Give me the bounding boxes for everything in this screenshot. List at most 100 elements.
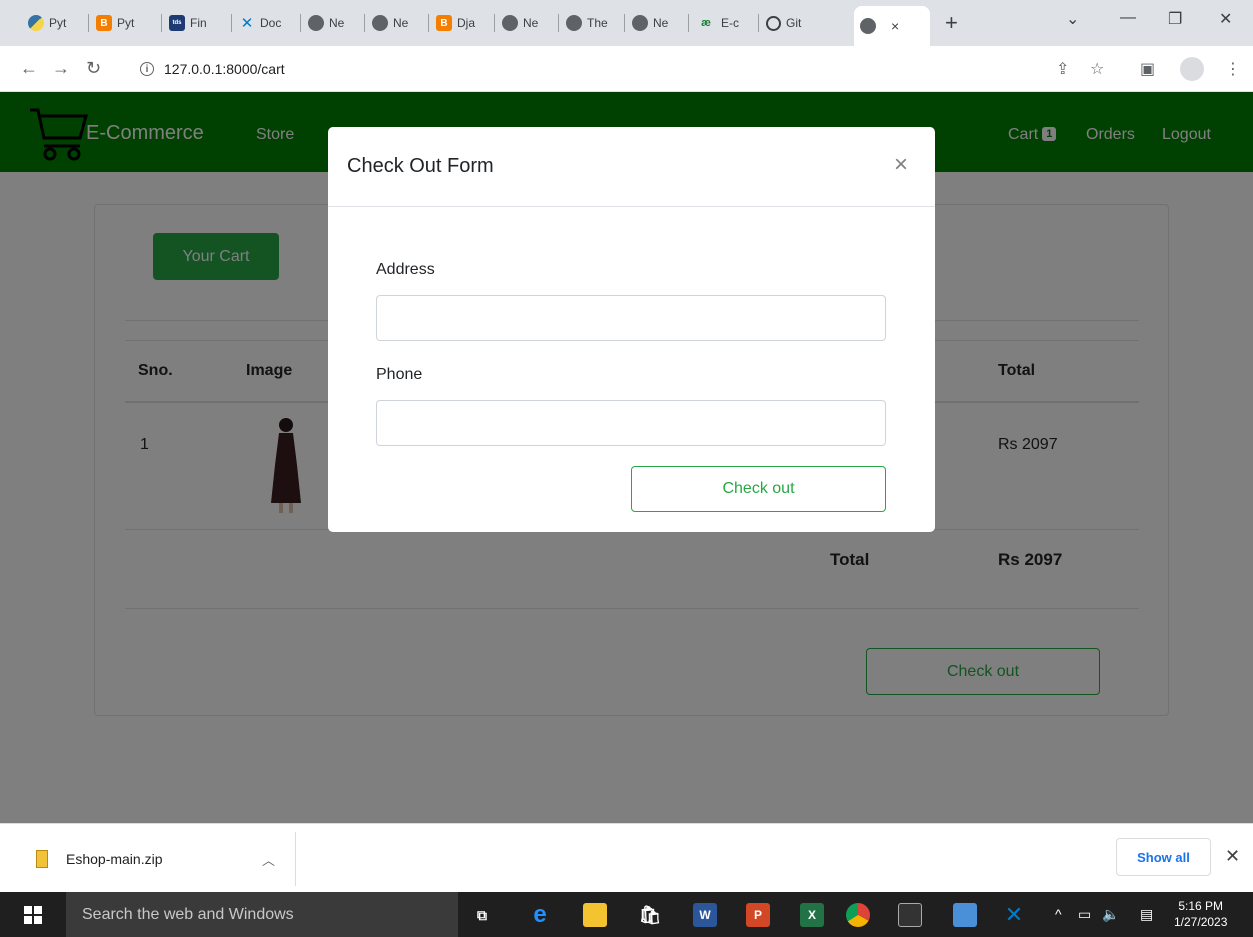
vscode-icon[interactable]: ✕ bbox=[1002, 902, 1026, 927]
globe-icon bbox=[632, 15, 648, 31]
web-page: E-Commerce Store Cart1 Orders Logout You… bbox=[0, 92, 1253, 823]
modal-checkout-button[interactable]: Check out bbox=[631, 466, 886, 512]
globe-icon bbox=[566, 15, 582, 31]
star-icon[interactable]: ☆ bbox=[1090, 59, 1104, 79]
volume-icon[interactable]: 🔈 bbox=[1102, 906, 1119, 923]
browser-tab[interactable]: Ne bbox=[366, 8, 428, 38]
modal-header: Check Out Form × bbox=[328, 127, 935, 207]
minimize-icon[interactable]: — bbox=[1120, 9, 1136, 27]
browser-toolbar: ← → ↻ i 127.0.0.1:8000/cart ⇪ ☆ ▣ ⋮ bbox=[0, 46, 1253, 92]
tab-title: Git bbox=[786, 16, 802, 30]
browser-tab[interactable]: Ne bbox=[302, 8, 364, 38]
menu-icon[interactable]: ⋮ bbox=[1225, 59, 1241, 79]
globe-icon bbox=[308, 15, 324, 31]
address-bar[interactable]: i 127.0.0.1:8000/cart bbox=[140, 55, 1020, 83]
tab-title: Ne bbox=[523, 16, 539, 30]
file-explorer-icon[interactable] bbox=[583, 903, 607, 927]
info-icon[interactable]: i bbox=[140, 62, 154, 76]
tab-separator bbox=[558, 14, 559, 32]
tab-separator bbox=[758, 14, 759, 32]
taskbar-search-input[interactable]: Search the web and Windows bbox=[66, 892, 458, 937]
browser-tab[interactable]: Ne bbox=[626, 8, 688, 38]
browser-tab[interactable]: The bbox=[560, 8, 624, 38]
notifications-icon[interactable]: ▤ bbox=[1140, 906, 1153, 923]
tab-separator bbox=[161, 14, 162, 32]
tab-separator bbox=[231, 14, 232, 32]
terminal-icon[interactable] bbox=[898, 903, 922, 927]
windows-start-button[interactable] bbox=[0, 892, 66, 937]
globe-icon bbox=[502, 15, 518, 31]
browser-tab[interactable]: B Pyt bbox=[90, 8, 160, 38]
restore-icon[interactable]: ❐ bbox=[1168, 9, 1182, 29]
browser-tab[interactable]: tds Fin bbox=[163, 8, 231, 38]
python-icon bbox=[28, 15, 44, 31]
back-arrow-icon[interactable]: ← bbox=[20, 58, 38, 79]
modal-title: Check Out Form bbox=[347, 155, 494, 177]
zip-file-icon bbox=[36, 850, 48, 868]
close-icon[interactable]: ✕ bbox=[1225, 846, 1240, 867]
address-label: Address bbox=[376, 261, 435, 278]
checkout-modal: Check Out Form × Address Phone Check out bbox=[328, 127, 935, 532]
browser-tab[interactable]: ✕ Doc bbox=[233, 8, 299, 38]
show-all-button[interactable]: Show all bbox=[1116, 838, 1211, 876]
new-tab-button[interactable]: + bbox=[945, 10, 958, 36]
tab-separator bbox=[494, 14, 495, 32]
close-icon[interactable]: × bbox=[891, 18, 899, 34]
tab-separator bbox=[688, 14, 689, 32]
sidepanel-icon[interactable]: ▣ bbox=[1140, 59, 1155, 79]
browser-tab[interactable]: Ne bbox=[496, 8, 558, 38]
ae-icon: æ bbox=[701, 17, 711, 29]
browser-tab[interactable]: Git bbox=[760, 8, 832, 38]
chrome-icon[interactable] bbox=[846, 903, 870, 927]
browser-tabstrip: Pyt B Pyt tds Fin ✕ Doc Ne Ne B Dja Ne T… bbox=[0, 0, 1253, 46]
browser-tab[interactable]: B Dja bbox=[430, 8, 494, 38]
tab-title: E-c bbox=[721, 16, 739, 30]
store-icon[interactable]: 🛍 bbox=[638, 903, 662, 927]
task-view-icon[interactable]: ⧉ bbox=[470, 903, 494, 927]
tab-title: Pyt bbox=[49, 16, 67, 30]
tab-title: Pyt bbox=[117, 16, 135, 30]
tab-separator bbox=[624, 14, 625, 32]
taskbar-clock[interactable]: 5:16 PM 1/27/2023 bbox=[1174, 898, 1227, 930]
address-field[interactable] bbox=[376, 295, 886, 341]
globe-icon bbox=[860, 18, 876, 34]
powerpoint-icon[interactable]: P bbox=[746, 903, 770, 927]
tab-separator bbox=[428, 14, 429, 32]
url-text: 127.0.0.1:8000/cart bbox=[164, 61, 285, 77]
phone-label: Phone bbox=[376, 366, 423, 383]
clock-date: 1/27/2023 bbox=[1174, 915, 1228, 929]
reload-icon[interactable]: ↻ bbox=[86, 58, 101, 79]
download-bar: Eshop-main.zip ︿ Show all ✕ bbox=[0, 823, 1253, 892]
close-icon[interactable]: × bbox=[894, 151, 908, 179]
clock-time: 5:16 PM bbox=[1178, 899, 1224, 913]
forward-arrow-icon[interactable]: → bbox=[52, 58, 70, 79]
tab-title: Fin bbox=[190, 16, 207, 30]
tab-title: Dja bbox=[457, 16, 476, 30]
browser-tab[interactable]: æ E-c bbox=[690, 8, 758, 38]
phone-field[interactable] bbox=[376, 400, 886, 446]
excel-icon[interactable]: X bbox=[800, 903, 824, 927]
word-icon[interactable]: W bbox=[693, 903, 717, 927]
tray-chevron-icon[interactable]: ^ bbox=[1055, 906, 1062, 922]
network-icon[interactable]: ▭ bbox=[1078, 906, 1091, 923]
globe-icon bbox=[372, 15, 388, 31]
close-window-icon[interactable]: ✕ bbox=[1219, 9, 1232, 29]
vscode-icon: ✕ bbox=[240, 15, 254, 32]
tab-title: Ne bbox=[653, 16, 669, 30]
share-icon[interactable]: ⇪ bbox=[1056, 59, 1069, 79]
tab-title: Ne bbox=[393, 16, 409, 30]
profile-avatar[interactable] bbox=[1180, 57, 1204, 81]
download-filename[interactable]: Eshop-main.zip bbox=[66, 851, 163, 867]
app-icon[interactable] bbox=[953, 903, 977, 927]
windows-taskbar: Search the web and Windows ⧉ e 🛍 W P X ✕… bbox=[0, 892, 1253, 937]
blogger-icon: B bbox=[96, 15, 112, 31]
browser-tab[interactable]: Pyt bbox=[22, 8, 88, 38]
edge-icon[interactable]: e bbox=[528, 901, 552, 928]
chevron-up-icon[interactable]: ︿ bbox=[262, 850, 275, 869]
chevron-down-icon[interactable]: ⌄ bbox=[1066, 9, 1079, 29]
browser-tab-active[interactable]: × bbox=[854, 6, 930, 46]
tab-title: Ne bbox=[329, 16, 345, 30]
tab-separator bbox=[88, 14, 89, 32]
tab-separator bbox=[300, 14, 301, 32]
windows-logo-icon bbox=[24, 905, 42, 924]
